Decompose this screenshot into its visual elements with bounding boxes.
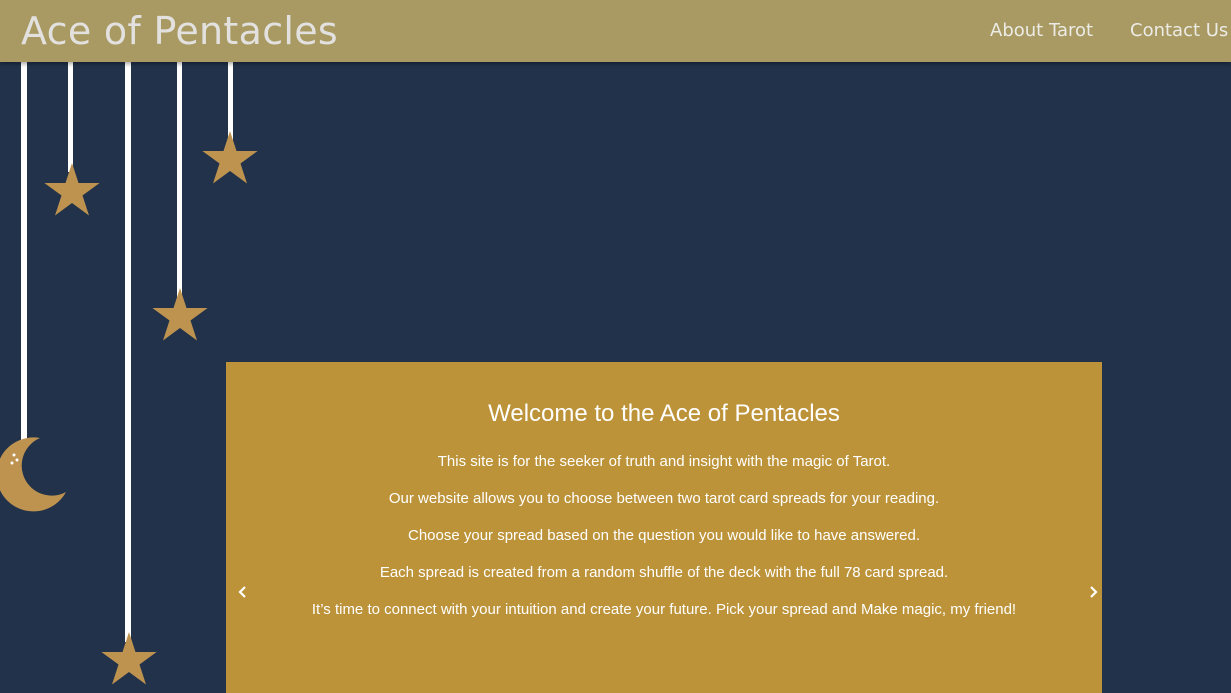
hanging-star-icon (44, 163, 100, 216)
carousel-text-line: This site is for the seeker of truth and… (437, 453, 891, 470)
hanging-star-icon (152, 288, 208, 341)
nav-link-contact-us[interactable]: Contact Us (1130, 19, 1228, 43)
hanging-string (228, 62, 233, 140)
chevron-left-icon (238, 586, 246, 598)
carousel-title: Welcome to the Ace of Pentacles (488, 400, 840, 427)
navbar: Ace of Pentacles About Tarot Contact Us (0, 0, 1231, 62)
chevron-right-icon (1090, 586, 1098, 598)
carousel-text-line: Each spread is created from a random shu… (379, 564, 949, 581)
hanging-star-icon (101, 632, 157, 685)
hanging-string (21, 62, 27, 442)
carousel-text-line: Our website allows you to choose between… (388, 490, 940, 507)
carousel-prev-button[interactable] (236, 584, 250, 600)
welcome-carousel: Welcome to the Ace of Pentacles This sit… (226, 362, 1102, 693)
carousel-text-line: It’s time to connect with your intuition… (311, 601, 1017, 618)
hanging-string (68, 62, 73, 172)
carousel-next-button[interactable] (1086, 584, 1100, 600)
hanging-string (125, 62, 131, 642)
nav-link-about-tarot[interactable]: About Tarot (990, 19, 1093, 43)
hanging-star-icon (202, 131, 258, 184)
carousel-text-line: Choose your spread based on the question… (408, 527, 920, 544)
brand-logo-link[interactable]: Ace of Pentacles (21, 9, 338, 53)
hanging-string (177, 62, 182, 297)
crescent-moon-icon (0, 437, 66, 512)
